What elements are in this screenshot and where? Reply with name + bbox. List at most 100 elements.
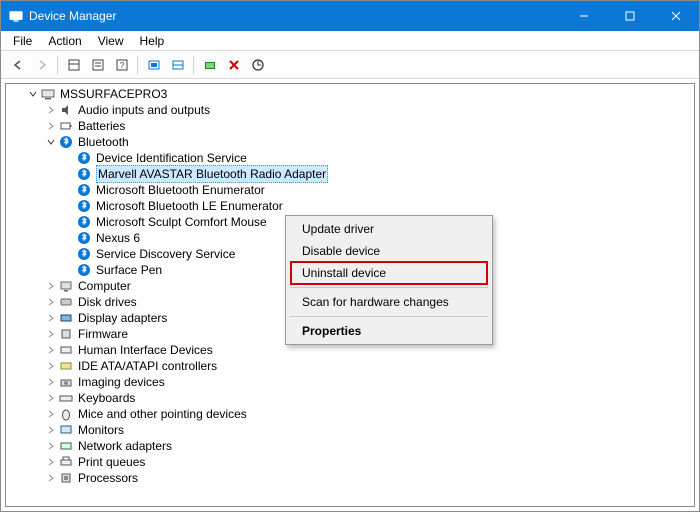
chevron-right-icon[interactable] <box>44 361 58 371</box>
device-manager-window: Device Manager File Action View Help ? <box>0 0 700 512</box>
menu-view[interactable]: View <box>90 32 132 50</box>
svg-text:?: ? <box>120 61 125 70</box>
tree-label: Marvell AVASTAR Bluetooth Radio Adapter <box>96 165 328 183</box>
camera-icon <box>58 374 74 390</box>
tree-label: Processors <box>78 470 138 486</box>
mouse-icon <box>58 406 74 422</box>
menu-action[interactable]: Action <box>40 32 89 50</box>
tree-root[interactable]: MSSURFACEPRO3 <box>8 86 694 102</box>
printer-icon <box>58 454 74 470</box>
chevron-right-icon[interactable] <box>44 425 58 435</box>
view-devices-by-type-button[interactable] <box>143 54 165 76</box>
tree-label: Nexus 6 <box>96 230 140 246</box>
ide-icon <box>58 358 74 374</box>
tree-root-label: MSSURFACEPRO3 <box>60 86 167 102</box>
chevron-right-icon[interactable] <box>44 393 58 403</box>
bluetooth-icon <box>58 134 74 150</box>
ctx-uninstall-device[interactable]: Uninstall device <box>288 262 490 284</box>
tree-label: Microsoft Bluetooth Enumerator <box>96 182 265 198</box>
ctx-separator <box>290 316 488 317</box>
tree-category-network[interactable]: Network adapters <box>8 438 694 454</box>
chevron-right-icon[interactable] <box>44 329 58 339</box>
menu-bar: File Action View Help <box>1 31 699 51</box>
bluetooth-icon <box>76 166 92 182</box>
ctx-scan-hardware[interactable]: Scan for hardware changes <box>288 291 490 313</box>
tree-item-bt-leenum[interactable]: Microsoft Bluetooth LE Enumerator <box>8 198 694 214</box>
toolbar-separator <box>57 55 59 75</box>
tree-category-imaging[interactable]: Imaging devices <box>8 374 694 390</box>
tree-category-bluetooth[interactable]: Bluetooth <box>8 134 694 150</box>
minimize-button[interactable] <box>561 1 607 31</box>
uninstall-device-button[interactable] <box>223 54 245 76</box>
tree-category-keyboards[interactable]: Keyboards <box>8 390 694 406</box>
chevron-right-icon[interactable] <box>44 473 58 483</box>
update-driver-button[interactable] <box>199 54 221 76</box>
properties-button[interactable] <box>87 54 109 76</box>
ctx-disable-device[interactable]: Disable device <box>288 240 490 262</box>
menu-file[interactable]: File <box>5 32 40 50</box>
tree-item-bt-marvell[interactable]: Marvell AVASTAR Bluetooth Radio Adapter <box>8 166 694 182</box>
hid-icon <box>58 342 74 358</box>
show-hide-tree-button[interactable] <box>63 54 85 76</box>
title-bar[interactable]: Device Manager <box>1 1 699 31</box>
toolbar-separator <box>137 55 139 75</box>
tree-item-bt-enum[interactable]: Microsoft Bluetooth Enumerator <box>8 182 694 198</box>
tree-item-bt-dis[interactable]: Device Identification Service <box>8 150 694 166</box>
computer-icon <box>40 86 56 102</box>
tree-category-batteries[interactable]: Batteries <box>8 118 694 134</box>
view-devices-by-connection-button[interactable] <box>167 54 189 76</box>
tree-label: Device Identification Service <box>96 150 247 166</box>
maximize-button[interactable] <box>607 1 653 31</box>
tree-label: IDE ATA/ATAPI controllers <box>78 358 217 374</box>
ctx-properties[interactable]: Properties <box>288 320 490 342</box>
tree-category-printqueues[interactable]: Print queues <box>8 454 694 470</box>
context-menu: Update driver Disable device Uninstall d… <box>285 215 493 345</box>
tree-label: Bluetooth <box>78 134 129 150</box>
chevron-right-icon[interactable] <box>44 345 58 355</box>
tree-category-processors[interactable]: Processors <box>8 470 694 486</box>
tree-category-audio[interactable]: Audio inputs and outputs <box>8 102 694 118</box>
ctx-update-driver[interactable]: Update driver <box>288 218 490 240</box>
bluetooth-icon <box>76 230 92 246</box>
chevron-down-icon[interactable] <box>44 137 58 147</box>
back-button[interactable] <box>7 54 29 76</box>
chevron-right-icon[interactable] <box>44 313 58 323</box>
help-button[interactable]: ? <box>111 54 133 76</box>
chevron-right-icon[interactable] <box>44 377 58 387</box>
content-area: MSSURFACEPRO3 Audio inputs and outputs B… <box>1 79 699 511</box>
gpu-icon <box>58 310 74 326</box>
chevron-right-icon[interactable] <box>44 409 58 419</box>
tree-category-mice[interactable]: Mice and other pointing devices <box>8 406 694 422</box>
chevron-right-icon[interactable] <box>44 457 58 467</box>
chevron-right-icon[interactable] <box>44 105 58 115</box>
keyboard-icon <box>58 390 74 406</box>
tree-label: Disk drives <box>78 294 137 310</box>
desktop-icon <box>58 278 74 294</box>
chevron-right-icon[interactable] <box>44 297 58 307</box>
tree-label: Service Discovery Service <box>96 246 235 262</box>
scan-hardware-button[interactable] <box>247 54 269 76</box>
forward-button[interactable] <box>31 54 53 76</box>
chevron-right-icon[interactable] <box>44 441 58 451</box>
tree-category-ide[interactable]: IDE ATA/ATAPI controllers <box>8 358 694 374</box>
tree-category-monitors[interactable]: Monitors <box>8 422 694 438</box>
battery-icon <box>58 118 74 134</box>
toolbar-separator <box>193 55 195 75</box>
close-button[interactable] <box>653 1 699 31</box>
tree-label: Audio inputs and outputs <box>78 102 210 118</box>
tree-label: Imaging devices <box>78 374 165 390</box>
bluetooth-icon <box>76 262 92 278</box>
bluetooth-icon <box>76 182 92 198</box>
tree-label: Batteries <box>78 118 125 134</box>
chip-icon <box>58 326 74 342</box>
chevron-right-icon[interactable] <box>44 281 58 291</box>
tree-label: Keyboards <box>78 390 135 406</box>
chevron-right-icon[interactable] <box>44 121 58 131</box>
window-title: Device Manager <box>29 9 116 23</box>
menu-help[interactable]: Help <box>132 32 173 50</box>
cpu-icon <box>58 470 74 486</box>
speaker-icon <box>58 102 74 118</box>
app-icon <box>9 9 23 23</box>
chevron-down-icon[interactable] <box>26 89 40 99</box>
tree-label: Display adapters <box>78 310 167 326</box>
